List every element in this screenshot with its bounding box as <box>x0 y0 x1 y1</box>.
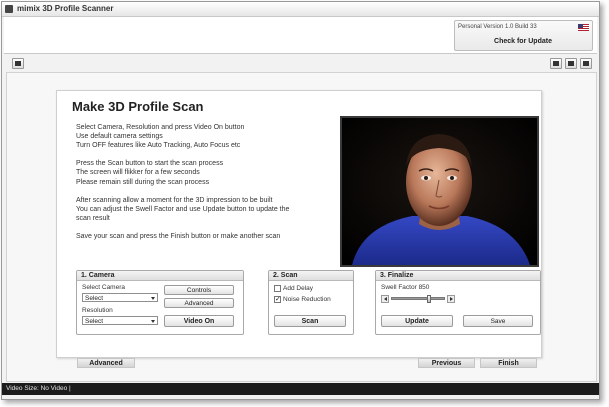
page-title: Make 3D Profile Scan <box>72 99 204 114</box>
finish-button[interactable]: Finish <box>480 358 537 368</box>
camera-panel: 1. Camera Select Camera Select Resolutio… <box>76 270 244 335</box>
instruction-line: The screen will flikker for a few second… <box>76 169 200 177</box>
add-delay-label: Add Delay <box>283 285 313 292</box>
stop-icon[interactable] <box>565 58 577 69</box>
save-button[interactable]: Save <box>463 315 533 327</box>
status-bar: Video Size: No Video | <box>2 383 599 395</box>
finalize-panel-title: 3. Finalize <box>376 271 540 281</box>
panel-toggle-icon[interactable] <box>580 58 592 69</box>
window-title: mimix 3D Profile Scanner <box>17 4 114 13</box>
camera-icon[interactable] <box>550 58 562 69</box>
noise-reduction-checkbox[interactable]: ✓ <box>274 296 281 303</box>
camera-select[interactable]: Select <box>82 293 158 302</box>
camera-panel-title: 1. Camera <box>77 271 243 281</box>
update-button[interactable]: Update <box>381 315 453 327</box>
face-image <box>342 118 537 265</box>
content-area: Make 3D Profile Scan Select Camera, Reso… <box>6 72 597 382</box>
swell-factor-label: Swell Factor 850 <box>381 284 430 291</box>
advanced-camera-button[interactable]: Advanced <box>164 298 234 308</box>
instruction-line: You can adjust the Swell Factor and use … <box>76 205 290 213</box>
instruction-line <box>76 150 326 159</box>
previous-button[interactable]: Previous <box>418 358 475 368</box>
instruction-line: Save your scan and press the Finish butt… <box>76 233 281 241</box>
header-bar: Personal Version 1.0 Build 33 Check for … <box>4 17 597 54</box>
scan-panel-title: 2. Scan <box>269 271 353 281</box>
instruction-line <box>76 187 326 196</box>
slider-thumb[interactable] <box>427 295 431 303</box>
title-bar: mimix 3D Profile Scanner <box>2 2 599 17</box>
instruction-line: Select Camera, Resolution and press Vide… <box>76 124 245 131</box>
instruction-line <box>76 223 326 232</box>
select-camera-label: Select Camera <box>82 284 125 291</box>
instruction-line: Use default camera settings <box>76 133 163 141</box>
chevron-down-icon <box>151 297 155 300</box>
instruction-line: scan result <box>76 214 110 222</box>
advanced-button[interactable]: Advanced <box>77 358 135 368</box>
video-on-button[interactable]: Video On <box>164 315 234 327</box>
video-preview <box>340 116 539 267</box>
check-for-update-button[interactable]: Check for Update <box>460 36 586 47</box>
scan-card: Make 3D Profile Scan Select Camera, Reso… <box>56 90 542 368</box>
resolution-select[interactable]: Select <box>82 316 158 325</box>
finalize-panel: 3. Finalize Swell Factor 850 Update Save <box>375 270 541 335</box>
instruction-line: Turn OFF features like Auto Tracking, Au… <box>76 142 241 150</box>
instruction-line: Press the Scan button to start the scan … <box>76 160 224 168</box>
controls-button[interactable]: Controls <box>164 285 234 295</box>
noise-reduction-label: Noise Reduction <box>283 296 331 303</box>
us-flag-icon[interactable] <box>578 24 589 31</box>
toolbar <box>4 58 597 70</box>
instruction-line: Please remain still during the scan proc… <box>76 178 210 186</box>
scan-panel: 2. Scan Add Delay ✓ Noise Reduction Scan <box>268 270 354 335</box>
add-delay-checkbox[interactable] <box>274 285 281 292</box>
app-window: mimix 3D Profile Scanner Personal Versio… <box>1 1 600 400</box>
camera-select-value: Select <box>85 295 104 302</box>
instructions: Select Camera, Resolution and press Vide… <box>76 123 326 241</box>
version-label: Personal Version 1.0 Build 33 <box>458 24 537 30</box>
eject-icon[interactable] <box>12 58 24 69</box>
chevron-down-icon <box>151 320 155 323</box>
version-panel: Personal Version 1.0 Build 33 Check for … <box>454 20 593 51</box>
slider-right-icon[interactable] <box>447 295 455 303</box>
swell-factor-slider[interactable] <box>391 297 445 300</box>
resolution-label: Resolution <box>82 307 113 314</box>
scan-button[interactable]: Scan <box>274 315 346 327</box>
slider-left-icon[interactable] <box>381 295 389 303</box>
instruction-line: After scanning allow a moment for the 3D… <box>76 196 273 204</box>
app-icon <box>5 5 13 13</box>
resolution-select-value: Select <box>85 318 104 325</box>
